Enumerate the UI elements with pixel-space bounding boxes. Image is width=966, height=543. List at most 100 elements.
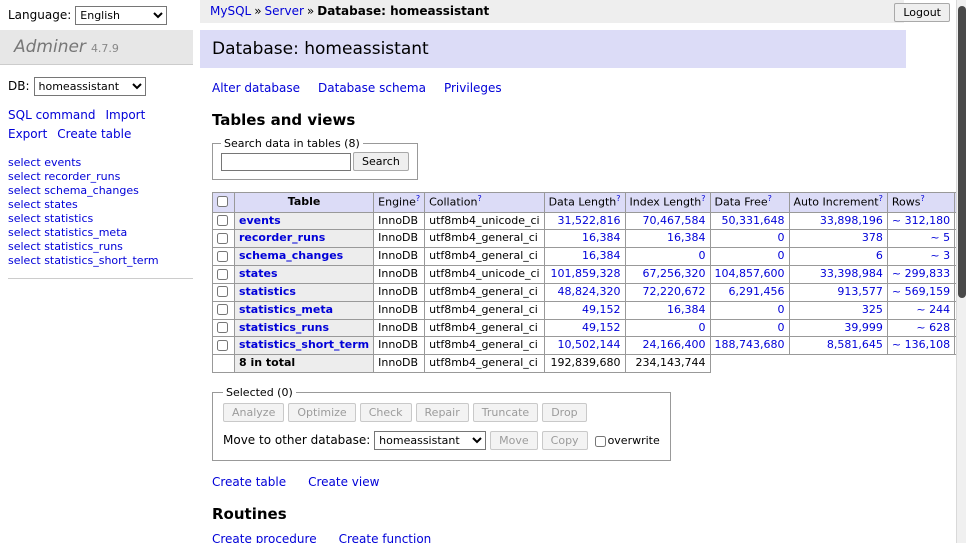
index-length-link[interactable]: 67,256,320 bbox=[643, 267, 706, 280]
create-function-link[interactable]: Create function bbox=[339, 532, 432, 543]
data-length-link[interactable]: 10,502,144 bbox=[558, 338, 621, 351]
auto-increment-link[interactable]: 39,999 bbox=[844, 321, 883, 334]
optimize-button[interactable]: Optimize bbox=[288, 403, 355, 422]
table-name-link[interactable]: statistics_meta bbox=[239, 303, 333, 316]
table-name-link[interactable]: statistics_short_term bbox=[239, 338, 369, 351]
move-button[interactable]: Move bbox=[490, 431, 538, 450]
help-link[interactable]: ? bbox=[701, 194, 705, 203]
overwrite-option[interactable]: overwrite bbox=[595, 434, 660, 447]
row-select-checkbox[interactable] bbox=[217, 304, 228, 315]
sidebar-link-create-table[interactable]: Create table bbox=[57, 127, 131, 141]
table-name-link[interactable]: statistics_runs bbox=[239, 321, 329, 334]
select-link[interactable]: select bbox=[8, 198, 41, 211]
breadcrumb-server-link[interactable]: Server bbox=[265, 4, 304, 18]
rows-count-link[interactable]: ~ 569,159 bbox=[892, 285, 950, 298]
select-link[interactable]: select bbox=[8, 240, 41, 253]
rows-count-link[interactable]: ~ 299,833 bbox=[892, 267, 950, 280]
sidebar-link-import[interactable]: Import bbox=[105, 108, 145, 122]
table-name-link[interactable]: events bbox=[239, 214, 281, 227]
data-length-link[interactable]: 101,859,328 bbox=[551, 267, 621, 280]
data-free-link[interactable]: 0 bbox=[778, 231, 785, 244]
select-all-checkbox[interactable] bbox=[217, 196, 228, 207]
auto-increment-link[interactable]: 33,398,984 bbox=[820, 267, 883, 280]
rows-count-link[interactable]: ~ 244 bbox=[916, 303, 950, 316]
data-length-link[interactable]: 16,384 bbox=[582, 249, 621, 262]
select-link[interactable]: select bbox=[8, 254, 41, 267]
drop-button[interactable]: Drop bbox=[542, 403, 586, 422]
data-free-link[interactable]: 6,291,456 bbox=[729, 285, 785, 298]
data-length-link[interactable]: 48,824,320 bbox=[558, 285, 621, 298]
index-length-link[interactable]: 16,384 bbox=[667, 303, 706, 316]
data-free-link[interactable]: 0 bbox=[778, 321, 785, 334]
auto-increment-link[interactable]: 33,898,196 bbox=[820, 214, 883, 227]
table-name-link[interactable]: statistics bbox=[239, 285, 296, 298]
create-table-link[interactable]: Create table bbox=[212, 475, 286, 489]
help-link[interactable]: ? bbox=[477, 194, 481, 203]
row-select-checkbox[interactable] bbox=[217, 251, 228, 262]
rows-count-link[interactable]: ~ 5 bbox=[930, 231, 950, 244]
sidebar-link-sql-command[interactable]: SQL command bbox=[8, 108, 95, 122]
privileges-link[interactable]: Privileges bbox=[444, 81, 502, 95]
data-length-link[interactable]: 49,152 bbox=[582, 321, 621, 334]
select-link[interactable]: select bbox=[8, 212, 41, 225]
row-select-checkbox[interactable] bbox=[217, 215, 228, 226]
rows-count-link[interactable]: ~ 136,108 bbox=[892, 338, 950, 351]
select-link[interactable]: select bbox=[8, 184, 41, 197]
truncate-button[interactable]: Truncate bbox=[473, 403, 538, 422]
help-link[interactable]: ? bbox=[616, 194, 620, 203]
rows-count-link[interactable]: ~ 628 bbox=[916, 321, 950, 334]
rows-count-link[interactable]: ~ 3 bbox=[930, 249, 950, 262]
db-select[interactable]: homeassistant bbox=[34, 77, 146, 96]
table-link[interactable]: statistics_runs bbox=[44, 240, 123, 253]
table-link[interactable]: states bbox=[44, 198, 78, 211]
overwrite-checkbox[interactable] bbox=[595, 436, 606, 447]
breadcrumb-mysql-link[interactable]: MySQL bbox=[210, 4, 251, 18]
auto-increment-link[interactable]: 8,581,645 bbox=[827, 338, 883, 351]
logout-button[interactable]: Logout bbox=[894, 3, 950, 22]
table-link[interactable]: statistics_meta bbox=[44, 226, 127, 239]
table-link[interactable]: schema_changes bbox=[44, 184, 139, 197]
help-link[interactable]: ? bbox=[879, 194, 883, 203]
scrollbar-thumb[interactable] bbox=[958, 6, 966, 298]
data-length-link[interactable]: 49,152 bbox=[582, 303, 621, 316]
select-link[interactable]: select bbox=[8, 226, 41, 239]
index-length-link[interactable]: 24,166,400 bbox=[643, 338, 706, 351]
language-select[interactable]: English bbox=[75, 6, 167, 25]
copy-button[interactable]: Copy bbox=[542, 431, 588, 450]
index-length-link[interactable]: 0 bbox=[699, 321, 706, 334]
data-length-link[interactable]: 31,522,816 bbox=[558, 214, 621, 227]
index-length-link[interactable]: 72,220,672 bbox=[643, 285, 706, 298]
table-name-link[interactable]: states bbox=[239, 267, 278, 280]
sidebar-link-export[interactable]: Export bbox=[8, 127, 47, 141]
table-link[interactable]: recorder_runs bbox=[44, 170, 120, 183]
search-input[interactable] bbox=[221, 153, 351, 171]
row-select-checkbox[interactable] bbox=[217, 269, 228, 280]
auto-increment-link[interactable]: 913,577 bbox=[837, 285, 883, 298]
index-length-link[interactable]: 0 bbox=[699, 249, 706, 262]
auto-increment-link[interactable]: 325 bbox=[862, 303, 883, 316]
row-select-checkbox[interactable] bbox=[217, 286, 228, 297]
create-procedure-link[interactable]: Create procedure bbox=[212, 532, 317, 543]
auto-increment-link[interactable]: 378 bbox=[862, 231, 883, 244]
data-free-link[interactable]: 0 bbox=[778, 303, 785, 316]
database-schema-link[interactable]: Database schema bbox=[318, 81, 426, 95]
move-db-select[interactable]: homeassistant bbox=[374, 431, 486, 450]
scrollbar[interactable] bbox=[956, 0, 966, 543]
data-free-link[interactable]: 0 bbox=[778, 249, 785, 262]
row-select-checkbox[interactable] bbox=[217, 233, 228, 244]
row-select-checkbox[interactable] bbox=[217, 340, 228, 351]
data-free-link[interactable]: 188,743,680 bbox=[715, 338, 785, 351]
data-free-link[interactable]: 50,331,648 bbox=[722, 214, 785, 227]
select-link[interactable]: select bbox=[8, 156, 41, 169]
help-link[interactable]: ? bbox=[416, 194, 420, 203]
search-button[interactable]: Search bbox=[353, 152, 409, 171]
analyze-button[interactable]: Analyze bbox=[223, 403, 284, 422]
help-link[interactable]: ? bbox=[920, 194, 924, 203]
data-free-link[interactable]: 104,857,600 bbox=[715, 267, 785, 280]
alter-database-link[interactable]: Alter database bbox=[212, 81, 300, 95]
table-name-link[interactable]: schema_changes bbox=[239, 249, 343, 262]
rows-count-link[interactable]: ~ 312,180 bbox=[892, 214, 950, 227]
create-view-link[interactable]: Create view bbox=[308, 475, 379, 489]
auto-increment-link[interactable]: 6 bbox=[876, 249, 883, 262]
repair-button[interactable]: Repair bbox=[416, 403, 469, 422]
